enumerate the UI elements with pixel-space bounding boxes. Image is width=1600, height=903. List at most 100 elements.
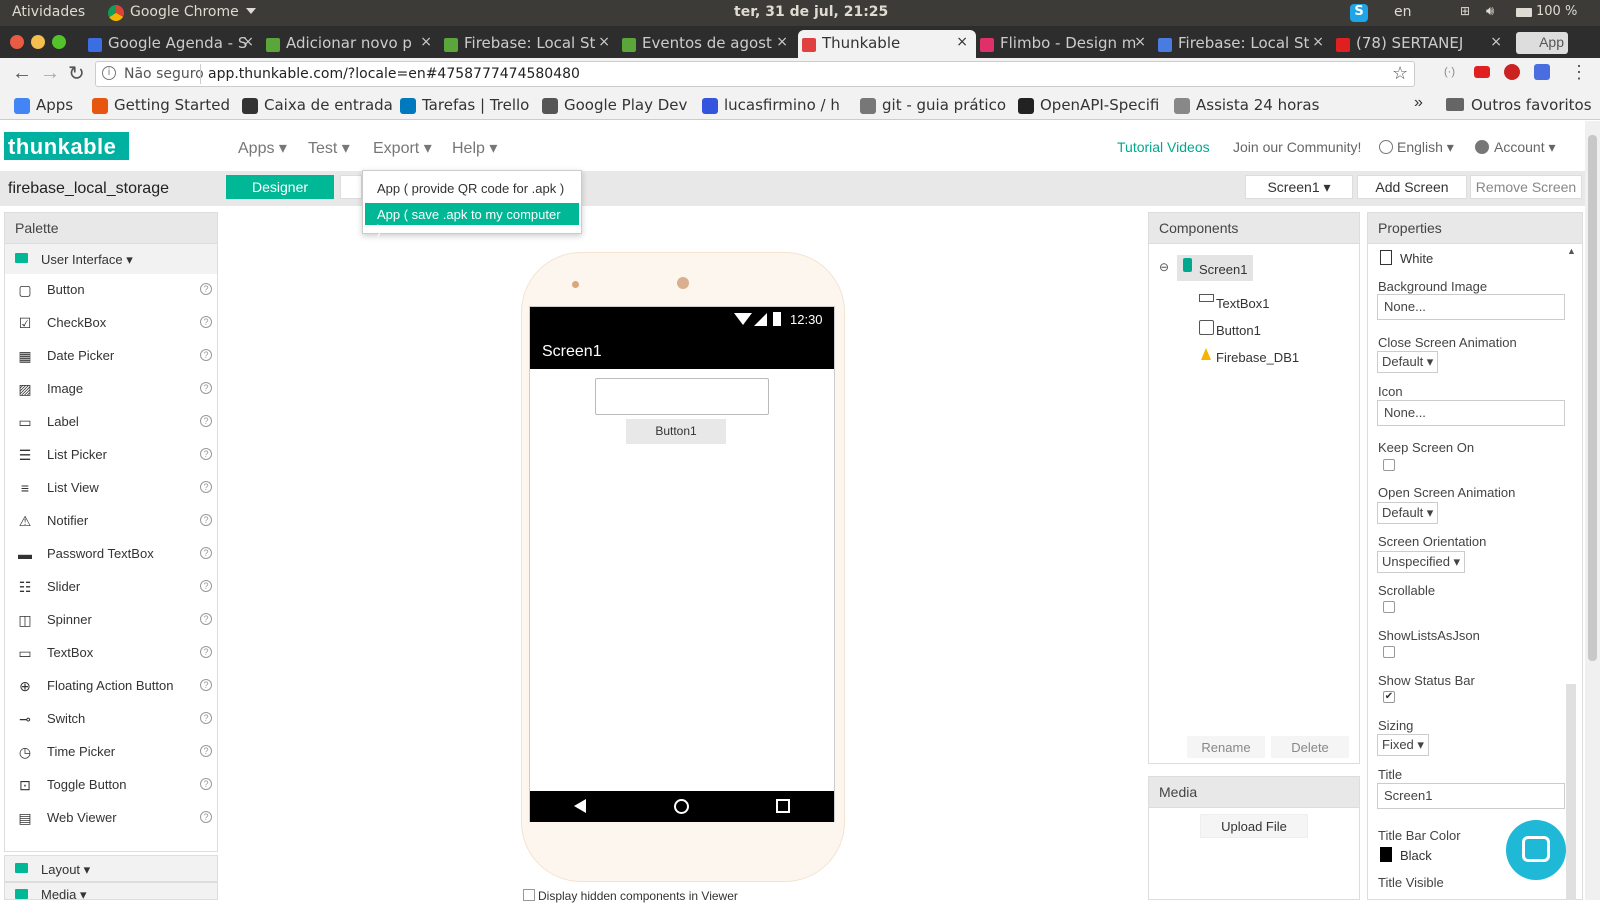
- help-icon[interactable]: ?: [200, 448, 212, 460]
- help-icon[interactable]: ?: [200, 580, 212, 592]
- app-menu[interactable]: Google Chrome: [130, 4, 239, 20]
- bookmark-item[interactable]: Assista 24 horas: [1174, 96, 1319, 114]
- sizing-select[interactable]: Fixed ▾: [1377, 734, 1429, 756]
- browser-tab[interactable]: Adicionar novo p ×: [262, 30, 440, 58]
- other-favorites[interactable]: Outros favoritos: [1471, 96, 1592, 114]
- bookmark-item[interactable]: Tarefas | Trello: [400, 96, 529, 114]
- palette-item[interactable]: ⊡ Toggle Button?: [17, 775, 217, 805]
- bookmark-item[interactable]: lucasfirmino / h: [702, 96, 840, 114]
- showlists-checkbox[interactable]: [1383, 646, 1395, 658]
- delete-button[interactable]: Delete: [1271, 736, 1349, 758]
- palette-item[interactable]: ▭ Label?: [17, 412, 217, 442]
- scrollable-checkbox[interactable]: [1383, 601, 1395, 613]
- background-image-input[interactable]: None...: [1377, 294, 1565, 320]
- bookmark-item[interactable]: Apps: [14, 96, 73, 114]
- palette-item[interactable]: ≡ List View?: [17, 478, 217, 508]
- kebab-menu-icon[interactable]: ⋮: [1570, 62, 1588, 83]
- palette-item[interactable]: ▭ TextBox?: [17, 643, 217, 673]
- menu-export[interactable]: Export ▾: [373, 138, 432, 158]
- back-icon[interactable]: ←: [12, 62, 32, 85]
- designer-button[interactable]: Designer: [226, 175, 334, 199]
- bookmark-item[interactable]: Google Play Dev: [542, 96, 687, 114]
- menu-apps[interactable]: Apps ▾: [238, 138, 287, 158]
- url-field[interactable]: i Não seguro app.thunkable.com/?locale=e…: [95, 61, 1415, 87]
- palette-item[interactable]: ⚠ Notifier?: [17, 511, 217, 541]
- component-screen1[interactable]: Screen1: [1177, 255, 1253, 281]
- bookmark-star-icon[interactable]: ☆: [1392, 63, 1408, 84]
- scrollbar-thumb[interactable]: [1588, 135, 1597, 661]
- more-bookmarks-icon[interactable]: »: [1414, 94, 1423, 112]
- chat-launcher[interactable]: [1506, 820, 1566, 880]
- close-animation-select[interactable]: Default ▾: [1377, 351, 1439, 373]
- palette-item[interactable]: ▢ Button?: [17, 280, 217, 310]
- display-hidden-checkbox[interactable]: [523, 889, 535, 901]
- close-tab-icon[interactable]: ×: [776, 34, 788, 50]
- help-icon[interactable]: ?: [200, 613, 212, 625]
- upload-file-button[interactable]: Upload File: [1200, 814, 1308, 838]
- properties-scrollbar[interactable]: [1566, 684, 1576, 900]
- community-link[interactable]: Join our Community!: [1233, 139, 1361, 155]
- icon-input[interactable]: None...: [1377, 400, 1565, 426]
- help-icon[interactable]: ?: [200, 547, 212, 559]
- reload-icon[interactable]: ↻: [68, 61, 85, 86]
- status-bar-checkbox[interactable]: ✔: [1383, 691, 1395, 703]
- forward-icon[interactable]: →: [40, 62, 60, 85]
- add-screen-button[interactable]: Add Screen: [1357, 175, 1467, 199]
- help-icon[interactable]: ?: [200, 811, 212, 823]
- button1[interactable]: Button1: [626, 419, 726, 444]
- export-save-apk-option[interactable]: App ( save .apk to my computer ): [365, 203, 579, 237]
- close-tab-icon[interactable]: ×: [956, 34, 968, 50]
- help-icon[interactable]: ?: [200, 646, 212, 658]
- volume-icon[interactable]: 🔊︎: [1486, 4, 1494, 19]
- help-icon[interactable]: ?: [200, 349, 212, 361]
- url-text[interactable]: app.thunkable.com/?locale=en#47587774745…: [208, 66, 580, 82]
- help-icon[interactable]: ?: [200, 382, 212, 394]
- component-button1[interactable]: Button1: [1216, 323, 1261, 338]
- palette-category-layout[interactable]: Layout ▾: [4, 855, 218, 882]
- title-bar-color-value[interactable]: Black: [1400, 848, 1432, 863]
- palette-item[interactable]: ☰ List Picker?: [17, 445, 217, 475]
- thunkable-logo[interactable]: thunkable: [4, 132, 129, 160]
- bg-color-swatch[interactable]: [1380, 250, 1392, 265]
- title-input[interactable]: Screen1: [1377, 783, 1565, 809]
- info-icon[interactable]: i: [102, 66, 116, 80]
- remove-screen-button[interactable]: Remove Screen: [1470, 175, 1582, 199]
- youtube-extension-icon[interactable]: [1474, 66, 1490, 78]
- apps-shortcut[interactable]: App: [1516, 32, 1568, 54]
- network-icon[interactable]: ⊞: [1460, 4, 1470, 18]
- bookmark-item[interactable]: OpenAPI-Specifi: [1018, 96, 1159, 114]
- help-icon[interactable]: ?: [200, 778, 212, 790]
- close-tab-icon[interactable]: ×: [1134, 34, 1146, 50]
- clock[interactable]: ter, 31 de jul, 21:25: [734, 4, 888, 20]
- palette-item[interactable]: ⊕ Floating Action Button?: [17, 676, 217, 706]
- scroll-up-icon[interactable]: ▲: [1567, 246, 1576, 256]
- palette-category-media[interactable]: Media ▾: [4, 882, 218, 902]
- account-menu[interactable]: Account ▾: [1494, 139, 1556, 156]
- close-tab-icon[interactable]: ×: [598, 34, 610, 50]
- blocks-button[interactable]: [340, 175, 362, 199]
- help-icon[interactable]: ?: [200, 745, 212, 757]
- bookmark-item[interactable]: git - guia prático: [860, 96, 1006, 114]
- browser-tab[interactable]: Firebase: Local St ×: [1154, 30, 1332, 58]
- bookmark-item[interactable]: Getting Started: [92, 96, 230, 114]
- textbox1[interactable]: [595, 378, 769, 415]
- tutorial-videos-link[interactable]: Tutorial Videos: [1117, 139, 1210, 155]
- menu-test[interactable]: Test ▾: [308, 138, 350, 158]
- palette-item[interactable]: ☑ CheckBox?: [17, 313, 217, 343]
- cast-icon[interactable]: (·): [1444, 66, 1455, 78]
- close-window-icon[interactable]: [10, 35, 24, 49]
- palette-item[interactable]: ◷ Time Picker?: [17, 742, 217, 772]
- collapse-icon[interactable]: ⊖: [1159, 260, 1169, 274]
- help-icon[interactable]: ?: [200, 481, 212, 493]
- rename-button[interactable]: Rename: [1187, 736, 1265, 758]
- export-qr-apk-option[interactable]: App ( provide QR code for .apk ): [365, 177, 579, 199]
- close-tab-icon[interactable]: ×: [420, 34, 432, 50]
- help-icon[interactable]: ?: [200, 316, 212, 328]
- open-animation-select[interactable]: Default ▾: [1377, 502, 1439, 524]
- close-tab-icon[interactable]: ×: [242, 34, 254, 50]
- activities-button[interactable]: Atividades: [12, 4, 85, 20]
- page-scrollbar[interactable]: [1585, 121, 1600, 900]
- help-icon[interactable]: ?: [200, 679, 212, 691]
- close-tab-icon[interactable]: ×: [1490, 34, 1502, 50]
- help-icon[interactable]: ?: [200, 415, 212, 427]
